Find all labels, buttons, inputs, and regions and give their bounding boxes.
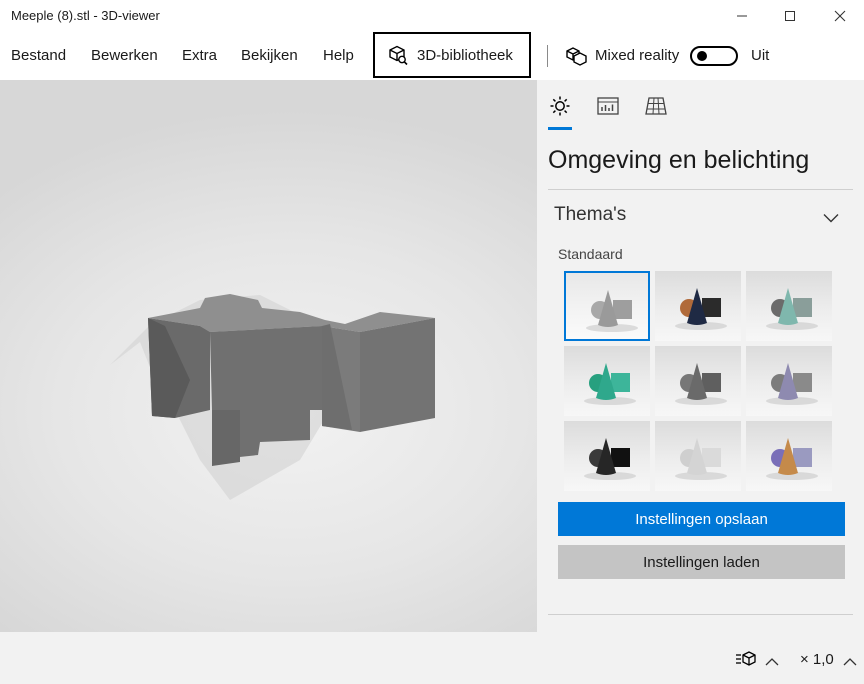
theme-preview [675,288,727,330]
zoom-chevron-up-icon[interactable] [843,653,857,671]
zoom-level[interactable]: × 1,0 [800,651,834,668]
tab-environment[interactable] [548,94,572,118]
3d-library-button[interactable]: 3D-bibliotheek [373,32,531,78]
active-tab-indicator [548,127,572,130]
close-icon [834,10,846,22]
title-bar: Meeple (8).stl - 3D-viewer [0,0,864,32]
title-divider [548,189,853,190]
theme-preview [584,363,636,405]
library-label: 3D-bibliotheek [417,46,513,64]
view-mode-icon[interactable] [735,650,757,673]
mixed-reality-label: Mixed reality [595,47,680,64]
theme-preview [766,363,818,405]
window-title: Meeple (8).stl - 3D-viewer [11,8,160,23]
theme-preview [675,363,727,405]
sun-icon [550,96,570,116]
menu-bekijken[interactable]: Bekijken [241,47,298,64]
maximize-icon [785,11,795,21]
themes-sub-label: Standaard [558,246,623,262]
close-button[interactable] [816,0,864,32]
theme-thumbnail[interactable] [655,421,741,491]
mixed-reality-icon[interactable] [565,45,587,72]
theme-thumbnail[interactable] [655,346,741,416]
library-cube-icon [387,44,409,66]
panel-title: Omgeving en belichting [548,146,810,174]
stats-icon [597,97,619,115]
theme-thumbnail[interactable] [746,271,832,341]
minimize-button[interactable] [718,0,766,32]
theme-preview [766,438,818,480]
mixed-reality-toggle[interactable] [690,46,738,66]
meeple-model [110,294,435,500]
theme-thumbnail[interactable] [564,346,650,416]
themes-section-title[interactable]: Thema's [554,204,626,226]
theme-thumbnail[interactable] [564,421,650,491]
menu-bestand[interactable]: Bestand [11,47,66,64]
theme-preview [586,290,638,332]
toggle-knob [697,51,707,61]
menu-extra[interactable]: Extra [182,47,217,64]
theme-thumbnail[interactable] [746,346,832,416]
minimize-icon [737,15,747,17]
save-settings-button[interactable]: Instellingen opslaan [558,502,845,536]
theme-thumbnail[interactable] [655,271,741,341]
theme-thumbnail[interactable] [564,271,650,341]
menu-bewerken[interactable]: Bewerken [91,47,158,64]
theme-grid [564,271,834,491]
tab-grid[interactable] [644,94,668,118]
bottom-divider [548,614,853,615]
maximize-button[interactable] [766,0,814,32]
theme-preview [766,288,818,330]
theme-preview [675,438,727,480]
chevron-down-icon[interactable] [823,210,839,228]
menu-divider [547,45,548,67]
menu-help[interactable]: Help [323,47,354,64]
load-settings-button[interactable]: Instellingen laden [558,545,845,579]
chevron-up-icon[interactable] [765,653,779,671]
theme-preview [584,438,636,480]
status-bar: × 1,0 [0,632,864,684]
toggle-state-label: Uit [751,47,770,64]
3d-viewport[interactable] [0,80,537,632]
environment-panel: Omgeving en belichting Thema's Standaard… [537,80,864,632]
tab-statistics[interactable] [596,94,620,118]
theme-thumbnail[interactable] [746,421,832,491]
grid-icon [645,97,667,115]
